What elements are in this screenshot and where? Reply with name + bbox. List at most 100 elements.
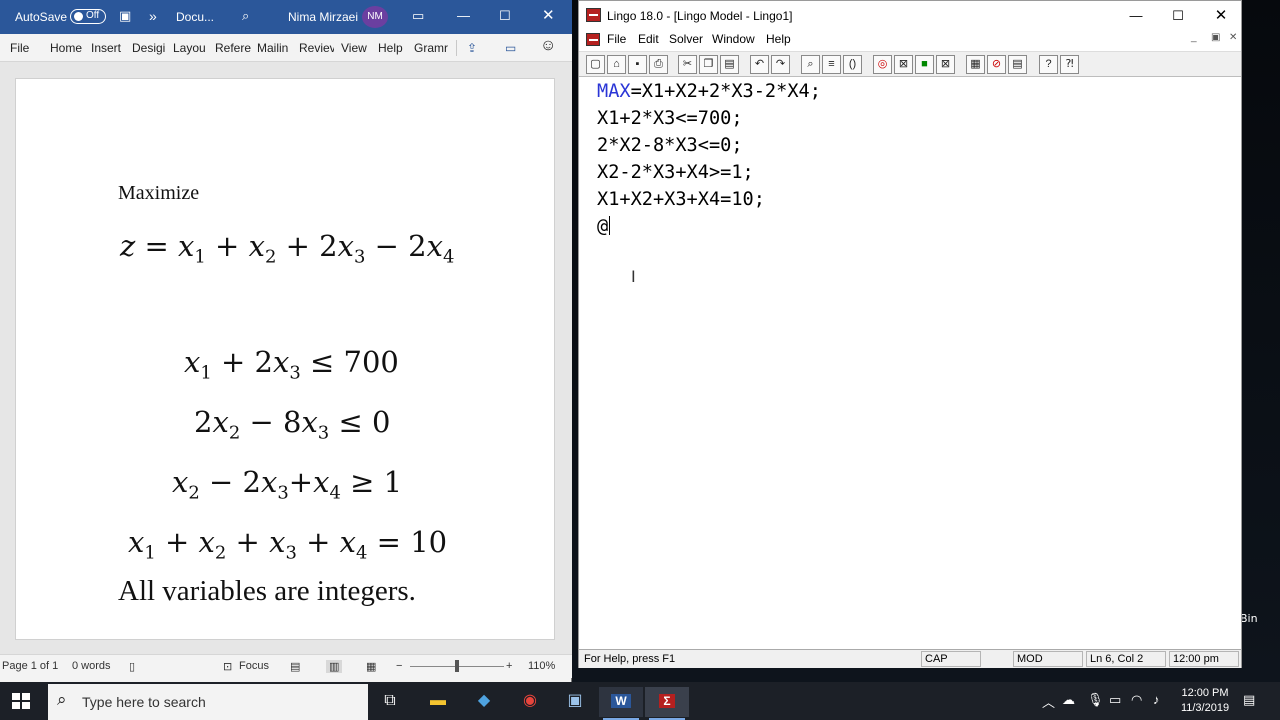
cut-icon[interactable]: ✂: [678, 55, 697, 74]
print-layout-icon[interactable]: ▥: [326, 660, 343, 673]
matrix-icon[interactable]: ⊠: [936, 55, 955, 74]
share-icon[interactable]: ⇪: [467, 41, 477, 55]
doc-restore-icon[interactable]: ▣: [1211, 32, 1220, 43]
lingo-toolbar: ▢ ⌂ ▪ ⎙ ✂ ❐ ▤ ↶ ↷ ⌕ ≡ () ◎ ⊠ ■ ⊠ ▦ ⊘ ▤ ?…: [579, 51, 1241, 77]
tab-references[interactable]: Refere: [215, 41, 251, 55]
paste-icon[interactable]: ▤: [720, 55, 739, 74]
tab-home[interactable]: Home: [50, 41, 82, 55]
word-window: AutoSave Off ▣ » Docu... ⌕ Nima Mirzaei …: [0, 0, 572, 682]
chrome-icon[interactable]: ◉: [508, 687, 552, 717]
search-icon[interactable]: ⌕: [242, 8, 249, 24]
user-name: Nima Mirzaei: [288, 10, 359, 24]
minimize-icon[interactable]: —: [1121, 5, 1151, 27]
system-clock[interactable]: 12:00 PM 11/3/2019: [1174, 686, 1236, 716]
wifi-icon[interactable]: ◠: [1131, 692, 1142, 708]
help-icon[interactable]: ?: [1039, 55, 1058, 74]
doc-close-icon[interactable]: ✕: [1229, 32, 1237, 43]
zoom-level[interactable]: 110%: [528, 660, 555, 672]
microphone-icon[interactable]: 🎙: [1087, 692, 1104, 708]
find-icon[interactable]: ⌕: [801, 55, 820, 74]
doc-minimize-icon[interactable]: _: [1191, 32, 1197, 43]
task-view-icon[interactable]: ⧉: [368, 687, 412, 717]
proofing-icon[interactable]: ▯: [129, 660, 135, 673]
volume-icon[interactable]: ♪: [1153, 692, 1160, 707]
options-icon[interactable]: ⊘: [987, 55, 1006, 74]
taskbar-search-box[interactable]: ⌕ Type here to search: [48, 684, 368, 720]
save-icon[interactable]: ▪: [628, 55, 647, 74]
menu-edit[interactable]: Edit: [638, 32, 659, 46]
start-windows-icon[interactable]: [12, 693, 30, 709]
print-icon[interactable]: ⎙: [649, 55, 668, 74]
app-icon[interactable]: ◆: [462, 687, 506, 717]
zoom-out-icon[interactable]: −: [396, 660, 402, 672]
open-icon[interactable]: ⌂: [607, 55, 626, 74]
ribbon-display-icon[interactable]: ▭: [412, 8, 424, 24]
menu-solver[interactable]: Solver: [669, 32, 703, 46]
chevron-up-icon[interactable]: ︿: [1042, 692, 1055, 711]
tab-design[interactable]: Desigi: [132, 41, 168, 55]
more-commands-icon[interactable]: »: [149, 8, 157, 24]
tile-icon[interactable]: ▦: [966, 55, 985, 74]
autosave-toggle[interactable]: Off: [70, 9, 106, 24]
focus-icon[interactable]: ⊡: [223, 660, 232, 673]
tab-insert[interactable]: Insert: [91, 41, 121, 55]
tab-layout[interactable]: Layou: [173, 41, 208, 55]
tab-view[interactable]: View: [341, 41, 367, 55]
tab-help[interactable]: Help: [378, 41, 403, 55]
recycle-bin-label[interactable]: Bin: [1240, 612, 1258, 625]
word-count[interactable]: 0 words: [72, 660, 111, 672]
menu-window[interactable]: Window: [712, 32, 755, 46]
code-line-5: X1+X2+X3+X4=10;: [597, 189, 765, 210]
menu-help[interactable]: Help: [766, 32, 791, 46]
notifications-icon[interactable]: ▤: [1243, 692, 1255, 708]
close-icon[interactable]: ✕: [1206, 5, 1236, 27]
cloud-icon[interactable]: ☁: [1062, 692, 1075, 708]
redo-icon[interactable]: ↷: [771, 55, 790, 74]
model-editor[interactable]: MAX=X1+X2+2*X3-2*X4; X1+2*X3<=700; 2*X2-…: [581, 79, 1239, 649]
new-icon[interactable]: ▢: [586, 55, 605, 74]
tab-grammarly[interactable]: Gramr: [414, 41, 449, 55]
solution-icon[interactable]: ■: [915, 55, 934, 74]
file-explorer-icon[interactable]: ▬: [416, 687, 460, 717]
code-line-4: X2-2*X3+X4>=1;: [597, 162, 754, 183]
document-page[interactable]: Maximize z = x1 + x2 + 2x3 − 2x4 x1 + 2x…: [15, 78, 555, 640]
save-icon[interactable]: ▣: [119, 8, 131, 24]
word-titlebar: AutoSave Off ▣ » Docu... ⌕ Nima Mirzaei …: [0, 0, 572, 34]
feedback-smiley-icon[interactable]: ☺: [540, 37, 556, 55]
lingo-menubar: File Edit Solver Window Help _ ▣ ✕: [579, 31, 1241, 51]
lingo-taskbar-icon[interactable]: Σ: [645, 687, 689, 720]
avatar[interactable]: NM: [362, 6, 388, 28]
app-window-icon[interactable]: ▣: [553, 687, 597, 717]
zoom-slider-thumb[interactable]: [455, 660, 459, 672]
comments-icon[interactable]: ▭: [505, 41, 516, 55]
web-layout-icon[interactable]: ▦: [366, 660, 376, 673]
copy-icon[interactable]: ❐: [699, 55, 718, 74]
undo-icon[interactable]: ↶: [750, 55, 769, 74]
close-model-icon[interactable]: ⊠: [894, 55, 913, 74]
word-taskbar-icon[interactable]: W: [599, 687, 643, 720]
document-icon[interactable]: [586, 33, 600, 46]
tab-mailings[interactable]: Mailin: [257, 41, 292, 55]
tab-review[interactable]: Reviev: [299, 41, 334, 55]
document-canvas[interactable]: Maximize z = x1 + x2 + 2x3 − 2x4 x1 + 2x…: [0, 62, 572, 654]
menu-file[interactable]: File: [607, 32, 626, 46]
battery-icon[interactable]: ▭: [1109, 692, 1121, 708]
cascade-icon[interactable]: ▤: [1008, 55, 1027, 74]
ibeam-cursor-icon: I: [631, 267, 636, 286]
tab-file[interactable]: File: [10, 41, 29, 55]
zoom-in-icon[interactable]: +: [506, 660, 512, 672]
minimize-icon[interactable]: —: [457, 8, 470, 23]
maximize-icon[interactable]: ☐: [1163, 5, 1193, 27]
close-icon[interactable]: ✕: [542, 6, 555, 24]
maximize-icon[interactable]: ☐: [499, 8, 511, 24]
goto-line-icon[interactable]: ≡: [822, 55, 841, 74]
heading-maximize: Maximize: [118, 182, 200, 204]
search-placeholder: Type here to search: [82, 694, 206, 710]
read-mode-icon[interactable]: ▤: [290, 660, 300, 673]
context-help-icon[interactable]: ⁈: [1060, 55, 1079, 74]
match-paren-icon[interactable]: (): [843, 55, 862, 74]
page-count[interactable]: Page 1 of 1: [2, 660, 58, 672]
lingo-app-icon[interactable]: [586, 8, 601, 22]
solve-icon[interactable]: ◎: [873, 55, 892, 74]
focus-button[interactable]: Focus: [239, 660, 269, 672]
